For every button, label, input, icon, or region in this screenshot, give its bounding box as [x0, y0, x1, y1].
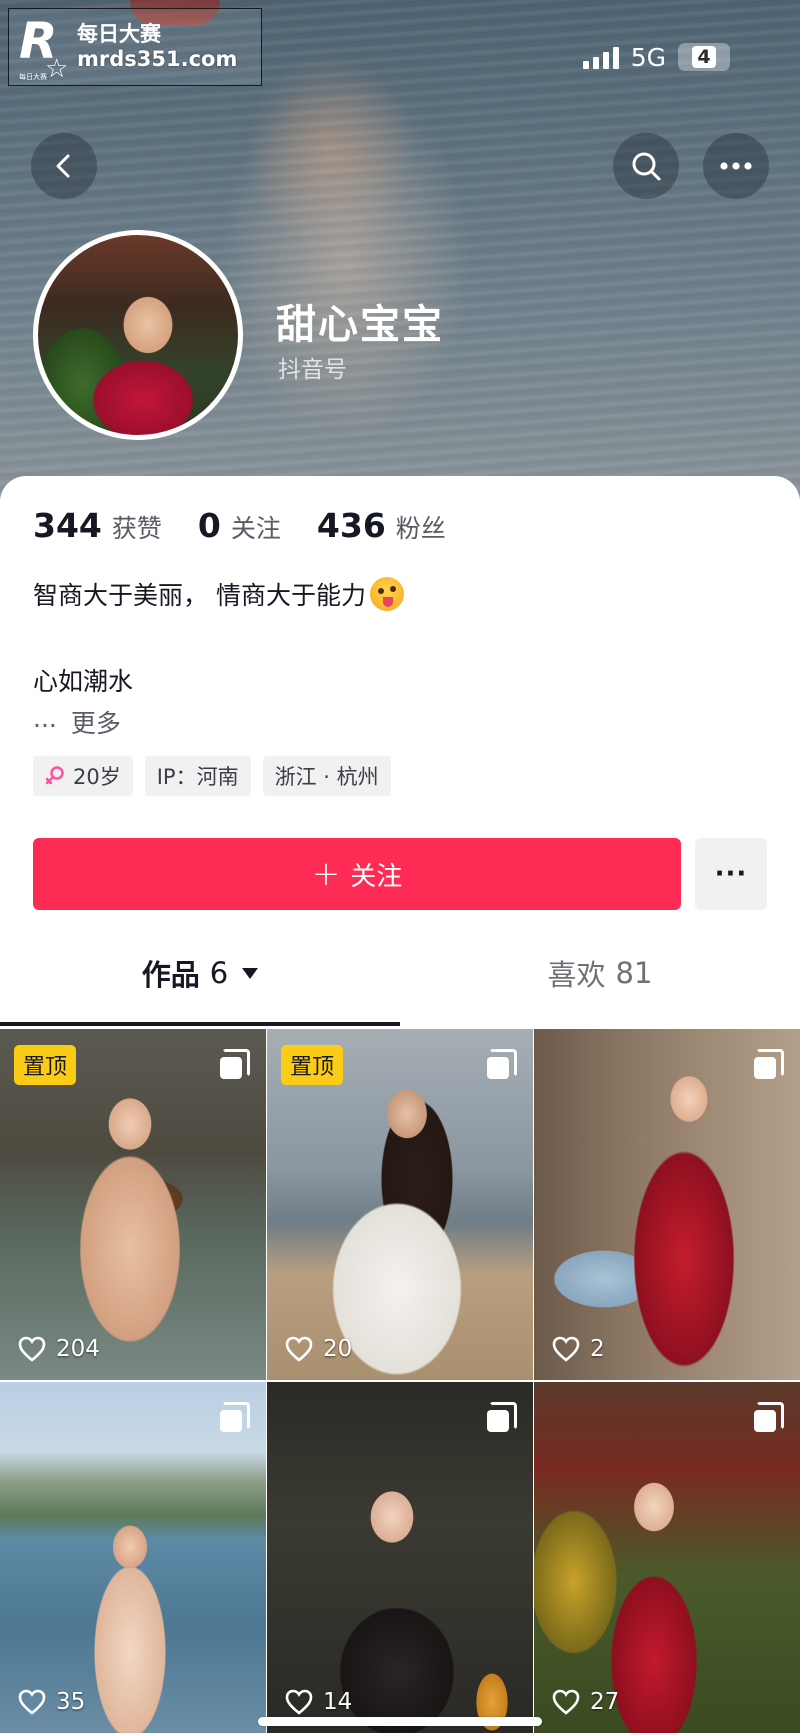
post-thumbnail[interactable]: 14 [267, 1382, 533, 1733]
multi-image-icon [220, 1049, 250, 1079]
post-likes: 27 [552, 1689, 619, 1715]
douyin-id-label[interactable]: 抖音号 [278, 350, 347, 384]
tag-location-text: 浙江 · 杭州 [274, 765, 379, 789]
bio-line-1: 智商大于美丽， 情商大于能力 [33, 576, 404, 612]
multi-image-icon [754, 1402, 784, 1432]
watermark-text: 每日大赛 mrds351.com [77, 22, 237, 72]
follow-button[interactable]: + 关注 [33, 838, 681, 910]
stat-label: 关注 [230, 514, 281, 543]
nickname: 甜心宝宝 [276, 302, 444, 348]
tag-ip: IP：河南 [144, 756, 251, 796]
stat-value: 436 [316, 506, 386, 545]
caret-down-icon [242, 967, 259, 979]
more-actions-button[interactable]: ··· [695, 838, 767, 910]
tag-age: 20岁 [33, 756, 133, 796]
tab-works-count: 6 [209, 956, 229, 990]
tab-likes[interactable]: 喜欢 81 [400, 942, 800, 1004]
tag-location[interactable]: 浙江 · 杭州 [262, 756, 391, 796]
tag-age-text: 20岁 [73, 765, 121, 789]
battery-level: 4 [692, 46, 716, 68]
ellipsis-icon [720, 162, 752, 170]
heart-outline-icon [552, 1689, 580, 1715]
post-thumbnail[interactable]: 35 [0, 1382, 266, 1733]
watermark-logo: R ☆ 每日大赛 [19, 12, 71, 84]
plus-icon: + [311, 854, 341, 894]
tag-ip-text: IP：河南 [156, 765, 239, 789]
watermark-url: mrds351.com [77, 47, 238, 71]
status-bar: 5G 4 [582, 40, 730, 74]
network-type: 5G [630, 42, 666, 72]
post-likes: 2 [552, 1336, 605, 1362]
pinned-badge: 置顶 [281, 1045, 344, 1085]
post-likes-count: 14 [323, 1689, 353, 1715]
star-icon: ☆ [45, 54, 69, 84]
post-likes-count: 35 [56, 1689, 86, 1715]
tab-likes-label: 喜欢 [547, 958, 606, 992]
watermark: R ☆ 每日大赛 每日大赛 mrds351.com [8, 8, 262, 86]
multi-image-icon [487, 1402, 517, 1432]
avatar[interactable] [33, 230, 243, 440]
post-thumbnail[interactable]: 2 [534, 1029, 800, 1380]
bio-line-2: 心如潮水 [33, 667, 134, 696]
post-thumbnail[interactable]: 27 [534, 1382, 800, 1733]
post-likes: 20 [285, 1336, 352, 1362]
stat-following[interactable]: 0 关注 [198, 506, 281, 545]
winking-tongue-emoji-icon [369, 577, 404, 611]
post-grid: 置顶 204 置顶 20 2 35 14 27 [0, 1029, 800, 1733]
battery-icon: 4 [678, 43, 730, 71]
stat-label: 获赞 [111, 514, 162, 543]
profile-stats: 344 获赞 0 关注 436 粉丝 [33, 506, 446, 545]
search-icon [632, 152, 661, 181]
back-button[interactable] [31, 133, 97, 199]
multi-image-icon [487, 1049, 517, 1079]
search-button[interactable] [613, 133, 679, 199]
tab-likes-count: 81 [615, 956, 653, 990]
stat-followers[interactable]: 436 粉丝 [317, 506, 446, 545]
stat-likes-received[interactable]: 344 获赞 [33, 506, 162, 545]
post-likes-count: 20 [323, 1336, 353, 1362]
profile-card: 344 获赞 0 关注 436 粉丝 智商大于美丽， 情商大于能力 心如潮水 .… [0, 476, 800, 1736]
stat-label: 粉丝 [395, 514, 446, 543]
multi-image-icon [754, 1049, 784, 1079]
ellipsis-text: ... [33, 704, 57, 733]
profile-tags: 20岁 IP：河南 浙江 · 杭州 [33, 756, 391, 796]
watermark-logo-sub: 每日大赛 [19, 73, 47, 81]
post-likes: 14 [285, 1689, 352, 1715]
heart-outline-icon [285, 1689, 313, 1715]
chevron-left-icon [56, 154, 70, 178]
bio-text: 智商大于美丽， 情商大于能力 [33, 581, 366, 610]
post-likes-count: 27 [590, 1689, 620, 1715]
stat-value: 344 [33, 506, 102, 545]
more-link[interactable]: 更多 [71, 704, 121, 740]
female-icon [45, 766, 64, 785]
post-thumbnail[interactable]: 置顶 204 [0, 1029, 266, 1380]
home-indicator[interactable] [258, 1717, 542, 1726]
post-likes: 204 [18, 1336, 100, 1362]
heart-outline-icon [18, 1689, 46, 1715]
content-tabs: 作品 6 喜欢 81 [0, 942, 800, 1008]
tab-works-label: 作品 [141, 958, 200, 992]
signal-icon [582, 45, 619, 69]
watermark-title: 每日大赛 [77, 22, 161, 46]
follow-label: 关注 [350, 861, 403, 892]
heart-outline-icon [552, 1336, 580, 1362]
heart-outline-icon [18, 1336, 46, 1362]
post-likes: 35 [18, 1689, 85, 1715]
post-thumbnail[interactable]: 置顶 20 [267, 1029, 533, 1380]
bio-expand[interactable]: ... 更多 [33, 704, 121, 740]
post-likes-count: 2 [590, 1336, 605, 1362]
tab-works[interactable]: 作品 6 [0, 942, 400, 1004]
pinned-badge: 置顶 [14, 1045, 77, 1085]
heart-outline-icon [285, 1336, 313, 1362]
active-tab-indicator [0, 1022, 400, 1026]
more-options-button[interactable] [703, 133, 769, 199]
multi-image-icon [220, 1402, 250, 1432]
post-likes-count: 204 [56, 1336, 100, 1362]
stat-value: 0 [197, 506, 221, 545]
